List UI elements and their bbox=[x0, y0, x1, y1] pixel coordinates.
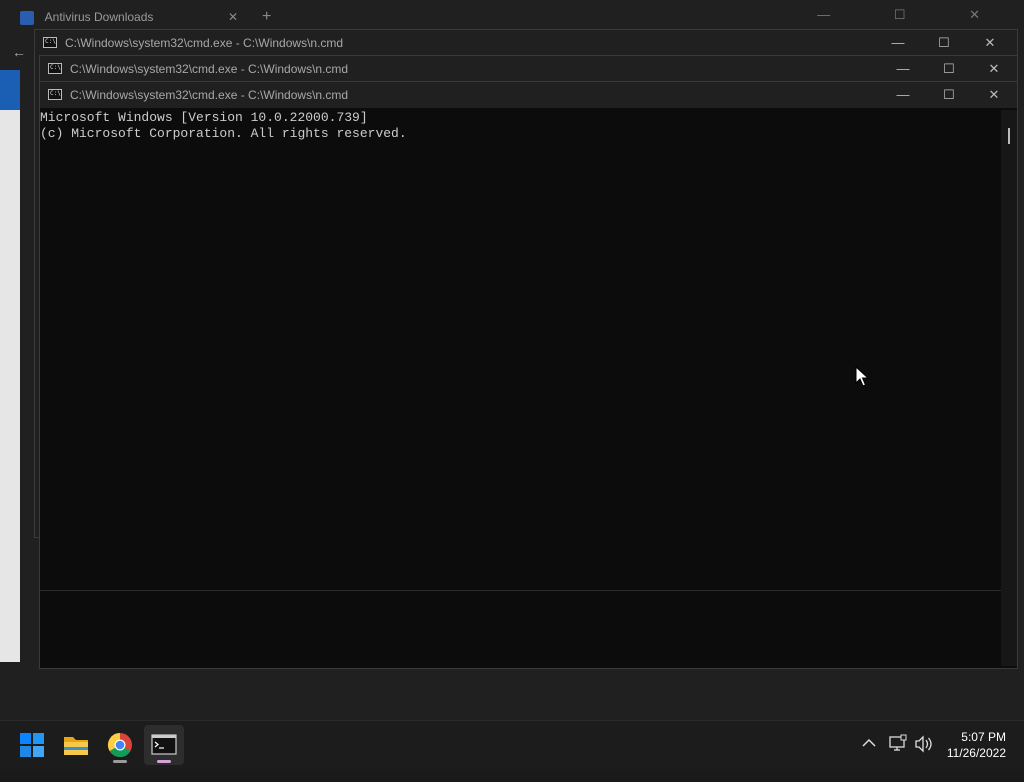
close-button[interactable]: ✕ bbox=[971, 56, 1017, 82]
cmd-icon bbox=[48, 63, 62, 74]
window-title: C:\Windows\system32\cmd.exe - C:\Windows… bbox=[70, 88, 349, 102]
close-button[interactable]: ✕ bbox=[967, 30, 1013, 56]
cmd-window-3-titlebar[interactable]: C:\Windows\system32\cmd.exe - C:\Windows… bbox=[40, 82, 1017, 108]
clock-time: 5:07 PM bbox=[961, 730, 1006, 744]
window-title: C:\Windows\system32\cmd.exe - C:\Windows… bbox=[70, 62, 349, 76]
console-lower-area bbox=[40, 590, 1001, 667]
cmd-window-1-titlebar[interactable]: C:\Windows\system32\cmd.exe - C:\Windows… bbox=[35, 30, 1017, 56]
file-explorer-icon bbox=[64, 737, 88, 755]
back-arrow-icon[interactable]: ← bbox=[12, 44, 26, 60]
mouse-pointer-icon bbox=[855, 366, 869, 387]
maximize-button[interactable]: ☐ bbox=[926, 82, 972, 108]
taskbar: 5:07 PM 11/26/2022 bbox=[0, 720, 1024, 769]
browser-page-banner bbox=[0, 70, 20, 110]
console-line: (c) Microsoft Corporation. All rights re… bbox=[40, 126, 407, 141]
start-button[interactable] bbox=[12, 725, 52, 765]
browser-tab-title: Antivirus Downloads bbox=[44, 10, 154, 24]
network-icon[interactable] bbox=[888, 734, 908, 782]
file-explorer-button[interactable] bbox=[56, 725, 96, 765]
running-indicator bbox=[113, 760, 127, 763]
system-clock[interactable]: 5:07 PM 11/26/2022 bbox=[947, 729, 1006, 761]
minimize-button[interactable]: — bbox=[880, 56, 926, 82]
tab-close-icon[interactable]: ✕ bbox=[228, 4, 238, 30]
scrollbar-thumb[interactable] bbox=[1008, 128, 1010, 144]
window-title: C:\Windows\system32\cmd.exe - C:\Windows… bbox=[65, 36, 344, 50]
minimize-button[interactable]: — bbox=[875, 30, 921, 56]
terminal-icon bbox=[151, 734, 177, 755]
tray-chevron-icon[interactable] bbox=[860, 733, 878, 781]
chrome-button[interactable] bbox=[100, 725, 140, 765]
new-tab-button[interactable]: + bbox=[262, 4, 271, 30]
maximize-button[interactable]: ☐ bbox=[926, 56, 972, 82]
cmd-icon bbox=[48, 89, 62, 100]
active-indicator bbox=[157, 760, 171, 763]
terminal-button[interactable] bbox=[144, 725, 184, 765]
console-line: Microsoft Windows [Version 10.0.22000.73… bbox=[40, 110, 368, 125]
console-lower-scrollbar bbox=[1001, 590, 1017, 666]
cmd-window-3[interactable]: C:\Windows\system32\cmd.exe - C:\Windows… bbox=[39, 81, 1018, 669]
chrome-icon bbox=[107, 733, 132, 758]
clock-date: 11/26/2022 bbox=[946, 746, 1006, 760]
shield-icon bbox=[20, 10, 34, 25]
close-button[interactable]: ✕ bbox=[971, 82, 1017, 108]
console-output[interactable]: Microsoft Windows [Version 10.0.22000.73… bbox=[40, 110, 1001, 590]
cmd-window-2-titlebar[interactable]: C:\Windows\system32\cmd.exe - C:\Windows… bbox=[40, 56, 1017, 82]
windows-start-icon bbox=[20, 733, 44, 757]
cmd-icon bbox=[43, 37, 57, 48]
volume-icon[interactable] bbox=[913, 734, 933, 782]
vertical-scrollbar[interactable] bbox=[1001, 110, 1017, 590]
browser-page-content bbox=[0, 110, 20, 662]
maximize-button[interactable]: ☐ bbox=[921, 30, 967, 56]
minimize-button[interactable]: — bbox=[880, 82, 926, 108]
browser-window-controls[interactable]: — ☐ ✕ bbox=[817, 4, 1010, 26]
browser-tab[interactable]: Antivirus Downloads ✕ bbox=[20, 4, 250, 30]
